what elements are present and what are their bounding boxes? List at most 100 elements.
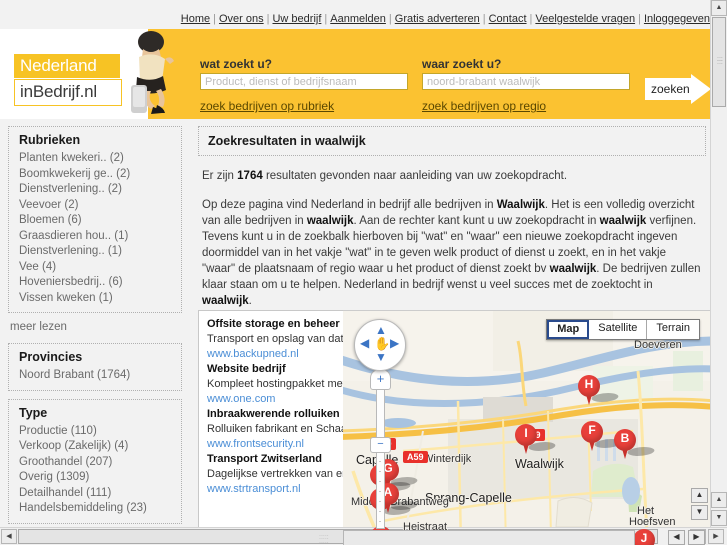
- sidebar-item-provincie-0[interactable]: Noord Brabant (1764): [19, 368, 173, 384]
- ad-title-1[interactable]: Website bedrijf: [207, 362, 339, 377]
- pan-down-icon[interactable]: ▼: [375, 350, 387, 364]
- topnav-link-3[interactable]: Aanmelden: [329, 13, 387, 25]
- pan-hand-icon[interactable]: ✋: [374, 336, 390, 352]
- search-button-label: zoeken: [651, 82, 690, 96]
- topnav-link-1[interactable]: Over ons: [218, 13, 265, 25]
- ad-description-0: Transport en opslag van data. ondergrond…: [207, 333, 343, 345]
- map-label-hoefsven: Hoefsven: [629, 516, 676, 528]
- logo-line1-text: Nederland: [20, 56, 97, 75]
- topnav-link-7[interactable]: Inloggegeven: [643, 13, 711, 25]
- sidebar-item-rubriek-7[interactable]: Vee (4): [19, 260, 173, 276]
- scroll-up-button[interactable]: ▲: [711, 0, 727, 16]
- sidebar-item-rubriek-3[interactable]: Veevoer (2): [19, 198, 173, 214]
- ad-title-2[interactable]: Inbraakwerende rolluiken: [207, 407, 340, 422]
- map-scroll-right-button[interactable]: ▶: [688, 530, 705, 545]
- what-label: wat zoekt u?: [200, 57, 273, 71]
- topnav-link-0[interactable]: Home: [180, 13, 211, 25]
- google-map[interactable]: Map Satellite Terrain ▲ ▼ ◀ ▶ ✋ + − Doev…: [343, 310, 711, 545]
- topnav-link-2[interactable]: Uw bedrijf: [271, 13, 322, 25]
- map-type-control[interactable]: Map Satellite Terrain: [546, 319, 700, 340]
- sidebar-panel-provincies: Provincies Noord Brabant (1764): [8, 343, 182, 391]
- main-content: Zoekresultaten in waalwijk Er zijn 1764 …: [198, 126, 706, 322]
- sidebar-item-rubriek-8[interactable]: Hoveniersbedrij.. (6): [19, 275, 173, 291]
- map-pan-buttons-horizontal[interactable]: ◀ ▶: [668, 530, 705, 545]
- sidebar-item-rubriek-5[interactable]: Graasdieren hou.. (1): [19, 229, 173, 245]
- map-scroll-left-button[interactable]: ◀: [668, 530, 685, 545]
- sidebar-panel-type: Type Productie (110) Verkoop (Zakelijk) (…: [8, 398, 182, 524]
- sidebar-item-rubriek-6[interactable]: Dienstverlening.. (1): [19, 244, 173, 260]
- sidebar-title-provincies: Provincies: [19, 350, 83, 364]
- sidebar-item-rubriek-4[interactable]: Bloemen (6): [19, 213, 173, 229]
- link-zoek-op-regio[interactable]: zoek bedrijven op regio: [422, 99, 546, 113]
- sidebar-item-rubriek-9[interactable]: Vissen kweken (1): [19, 291, 173, 307]
- site-logo[interactable]: Nederland inBedrijf.nl: [0, 29, 185, 119]
- zoom-slider-track[interactable]: [376, 383, 385, 529]
- map-scroll-down-button[interactable]: ▼: [691, 505, 708, 520]
- ad-description-2: Rolluiken fabrikant en Schaarhe gecertif…: [207, 423, 343, 435]
- zoom-tick: [379, 461, 381, 462]
- sidebar-panel-rubrieken: Rubrieken Planten kwekeri.. (2) Boomkweke…: [8, 126, 182, 313]
- result-line-pre: Er zijn: [202, 170, 238, 182]
- sidebar-item-rubriek-0[interactable]: Planten kwekeri.. (2): [19, 151, 173, 167]
- scroll-down-button[interactable]: ▼: [711, 510, 727, 526]
- ad-url-1[interactable]: www.one.com: [207, 392, 339, 407]
- ad-title-3[interactable]: Transport Zwitserland: [207, 452, 339, 467]
- search-where-input[interactable]: [422, 73, 630, 90]
- topnav-link-6[interactable]: Veelgestelde vragen: [534, 13, 636, 25]
- result-count-line: Er zijn 1764 resultaten gevonden naar aa…: [202, 168, 702, 184]
- topnav-link-5[interactable]: Contact: [488, 13, 528, 25]
- search-submit-button[interactable]: zoeken: [645, 74, 711, 104]
- map-pan-buttons-vertical[interactable]: ▲ ▼: [691, 488, 708, 522]
- sidebar-title-type: Type: [19, 405, 48, 420]
- marker-letter: B: [620, 431, 630, 445]
- zoom-in-button[interactable]: +: [370, 369, 391, 390]
- ad-title-0[interactable]: Offsite storage en beheer: [207, 317, 340, 332]
- ad-description-3: Dagelijkse vertrekken van en na compleet: [207, 468, 343, 480]
- vertical-scrollbar[interactable]: ▲ :::::: ▲ ▼: [710, 0, 727, 529]
- sidebar-item-rubriek-2[interactable]: Dienstverlening.. (2): [19, 182, 173, 198]
- map-type-terrain[interactable]: Terrain: [647, 320, 699, 339]
- sidebar-item-type-1[interactable]: Verkoop (Zakelijk) (4): [19, 439, 173, 455]
- sidebar-item-type-5[interactable]: Handelsbemiddeling (23): [19, 501, 173, 517]
- topnav-separator: |: [638, 13, 641, 25]
- map-marker-I[interactable]: I: [515, 424, 559, 454]
- scroll-right-button[interactable]: ▶: [708, 529, 724, 544]
- sidebar-item-type-4[interactable]: Detailhandel (111): [19, 486, 173, 502]
- map-zoom-slider[interactable]: + −: [368, 369, 391, 529]
- ad-url-0[interactable]: www.backupned.nl: [207, 347, 339, 362]
- topnav-separator: |: [388, 13, 392, 25]
- scroll-left-button[interactable]: ◀: [1, 529, 17, 544]
- sidebar-meer-lezen-link[interactable]: meer lezen: [10, 321, 182, 333]
- main-body-text: Er zijn 1764 resultaten gevonden naar aa…: [198, 168, 706, 309]
- topnav-link-4[interactable]: Gratis adverteren: [394, 13, 481, 25]
- scroll-up-button-bottom[interactable]: ▲: [711, 492, 727, 508]
- sidebar-item-type-3[interactable]: Overig (1309): [19, 470, 173, 486]
- pan-up-icon[interactable]: ▲: [375, 323, 387, 337]
- map-type-satellite[interactable]: Satellite: [589, 320, 648, 339]
- zoom-out-handle[interactable]: −: [370, 437, 391, 453]
- marker-letter: J: [640, 531, 648, 545]
- map-pan-control[interactable]: ▲ ▼ ◀ ▶ ✋: [354, 319, 406, 371]
- sidebar-item-rubriek-1[interactable]: Boomkwekerij ge.. (2): [19, 167, 173, 183]
- search-what-input[interactable]: [200, 73, 408, 90]
- map-marker-B[interactable]: B: [614, 429, 658, 459]
- map-marker-H[interactable]: H: [578, 375, 622, 405]
- ad-url-2[interactable]: www.frontsecurity.nl: [207, 437, 339, 452]
- link-zoek-op-rubriek[interactable]: zoek bedrijven op rubriek: [200, 99, 334, 113]
- map-marker-F[interactable]: F: [581, 421, 625, 451]
- pan-left-icon[interactable]: ◀: [360, 336, 369, 350]
- site-header: Nederland inBedrijf.nl wat zoekt u? zoek…: [0, 29, 711, 119]
- vertical-scroll-thumb[interactable]: ::::::: [712, 17, 726, 107]
- map-marker-J[interactable]: J: [633, 529, 655, 545]
- map-scroll-up-button[interactable]: ▲: [691, 488, 708, 503]
- left-sidebar: Rubrieken Planten kwekeri.. (2) Boomkweke…: [8, 126, 182, 532]
- map-horizontal-scrollbar[interactable]: [343, 530, 635, 545]
- topnav-separator: |: [213, 13, 216, 25]
- sidebar-item-type-0[interactable]: Productie (110): [19, 424, 173, 440]
- search-arrow-head-icon: [691, 74, 711, 104]
- sidebar-item-type-2[interactable]: Groothandel (207): [19, 455, 173, 471]
- ad-url-3[interactable]: www.strtransport.nl: [207, 482, 339, 497]
- pan-right-icon[interactable]: ▶: [390, 336, 399, 350]
- map-type-map[interactable]: Map: [547, 320, 590, 339]
- main-paragraph: Op deze pagina vind Nederland in bedrijf…: [202, 199, 701, 307]
